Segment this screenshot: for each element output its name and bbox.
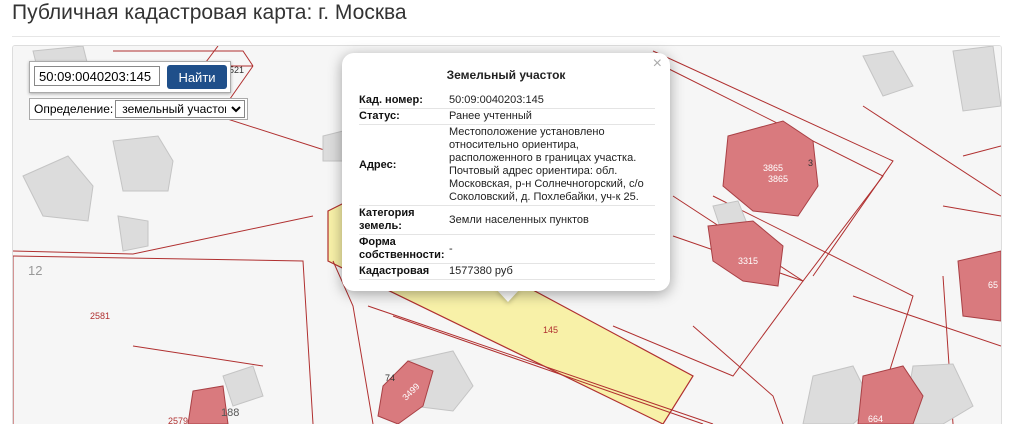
definition-select[interactable]: земельный участок — [115, 100, 246, 118]
info-label: Форма собственности: — [359, 234, 447, 264]
title-divider — [12, 36, 1000, 37]
house-number-12: 12 — [28, 263, 42, 278]
info-row-status: Статус: Ранее учтенный — [359, 108, 655, 125]
parcel-info-table: Кад. номер: 50:09:0040203:145 Статус: Ране… — [359, 93, 655, 280]
parcel-number-2581: 2581 — [90, 311, 110, 321]
cadastral-number-input[interactable] — [34, 66, 160, 86]
close-icon[interactable]: × — [653, 55, 662, 73]
building-number-3865-a: 3865 — [763, 163, 783, 173]
house-number-188: 188 — [221, 407, 239, 419]
info-label: Статус: — [359, 108, 447, 125]
info-label: Кадастровая — [359, 263, 447, 280]
house-number-74: 74 — [385, 373, 395, 383]
info-value: 50:09:0040203:145 — [447, 93, 655, 109]
info-value: Земли населенных пунктов — [447, 205, 655, 235]
info-label: Адрес: — [359, 124, 447, 206]
info-label: Кад. номер: — [359, 93, 447, 109]
building-number-3865-b: 3865 — [768, 174, 788, 184]
info-value: Местоположение установлено относительно … — [447, 124, 655, 206]
popup-title: Земельный участок — [446, 68, 566, 82]
info-row-cadastral-number: Кад. номер: 50:09:0040203:145 — [359, 93, 655, 109]
info-value: Ранее учтенный — [447, 108, 655, 125]
find-button[interactable]: Найти — [167, 65, 227, 89]
search-panel: Найти — [29, 61, 231, 93]
info-value: - — [447, 234, 655, 264]
definition-panel: Определение: земельный участок — [29, 98, 249, 120]
parcel-info-popup: × Земельный участок Кад. номер: 50:09:004… — [342, 53, 670, 291]
parcel-number-145: 145 — [543, 325, 558, 335]
info-label: Категория земель: — [359, 205, 447, 235]
definition-label: Определение: — [34, 102, 114, 116]
house-number-3: 3 — [808, 158, 813, 168]
building-number-3315: 3315 — [738, 256, 758, 266]
info-row-ownership: Форма собственности: - — [359, 234, 655, 264]
parcel-number-521: 521 — [229, 65, 244, 75]
info-row-cadastral-value: Кадастровая 1577380 руб — [359, 263, 655, 280]
building-number-65: 65 — [988, 280, 998, 290]
info-row-land-category: Категория земель: Земли населенных пункто… — [359, 205, 655, 235]
info-value: 1577380 руб — [447, 263, 655, 280]
info-row-address: Адрес: Местоположение установлено относит… — [359, 124, 655, 206]
page-title: Публичная кадастровая карта: г. Москва — [12, 1, 407, 24]
